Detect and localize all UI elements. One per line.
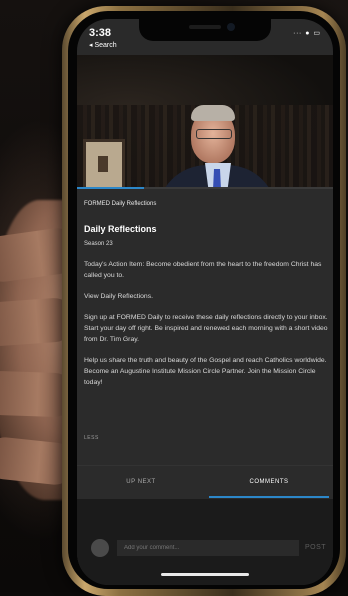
- episode-description: Today's Action Item: Become obedient fro…: [84, 259, 329, 398]
- tab-bar: UP NEXT COMMENTS: [77, 465, 333, 500]
- phone-screen: 3:38 ◂ Search ∙∙∙ ● ▭ FORMED Daily Refle…: [77, 19, 333, 585]
- speaker: [189, 25, 221, 29]
- presenter-hair: [191, 105, 235, 121]
- comment-composer: POST: [77, 533, 333, 585]
- status-time: 3:38: [89, 27, 112, 39]
- less-toggle[interactable]: LESS: [84, 435, 99, 441]
- post-button[interactable]: POST: [305, 544, 326, 551]
- back-to-search-link[interactable]: ◂ Search: [89, 41, 117, 49]
- description-paragraph: Today's Action Item: Become obedient fro…: [84, 261, 322, 279]
- season-label: Season 23: [84, 241, 113, 247]
- camera: [227, 23, 235, 31]
- frame-emblem: [98, 156, 108, 172]
- status-icons: ∙∙∙ ● ▭: [293, 30, 321, 37]
- notch: [139, 19, 271, 41]
- avatar: [91, 539, 109, 557]
- comment-input[interactable]: [117, 540, 299, 556]
- view-daily-reflections-link[interactable]: View Daily Reflections.: [84, 291, 329, 302]
- series-source-label: FORMED Daily Reflections: [84, 201, 157, 207]
- episode-title: Daily Reflections: [84, 224, 157, 234]
- home-indicator[interactable]: [161, 573, 249, 576]
- video-player[interactable]: [77, 55, 333, 235]
- episode-details: FORMED Daily Reflections Daily Reflectio…: [77, 189, 333, 465]
- description-paragraph: Help us share the truth and beauty of th…: [84, 357, 327, 386]
- tab-up-next[interactable]: UP NEXT: [77, 466, 205, 498]
- presenter-glasses: [196, 129, 232, 139]
- tab-comments[interactable]: COMMENTS: [205, 466, 333, 498]
- description-paragraph: Sign up at FORMED Daily to receive these…: [84, 314, 328, 343]
